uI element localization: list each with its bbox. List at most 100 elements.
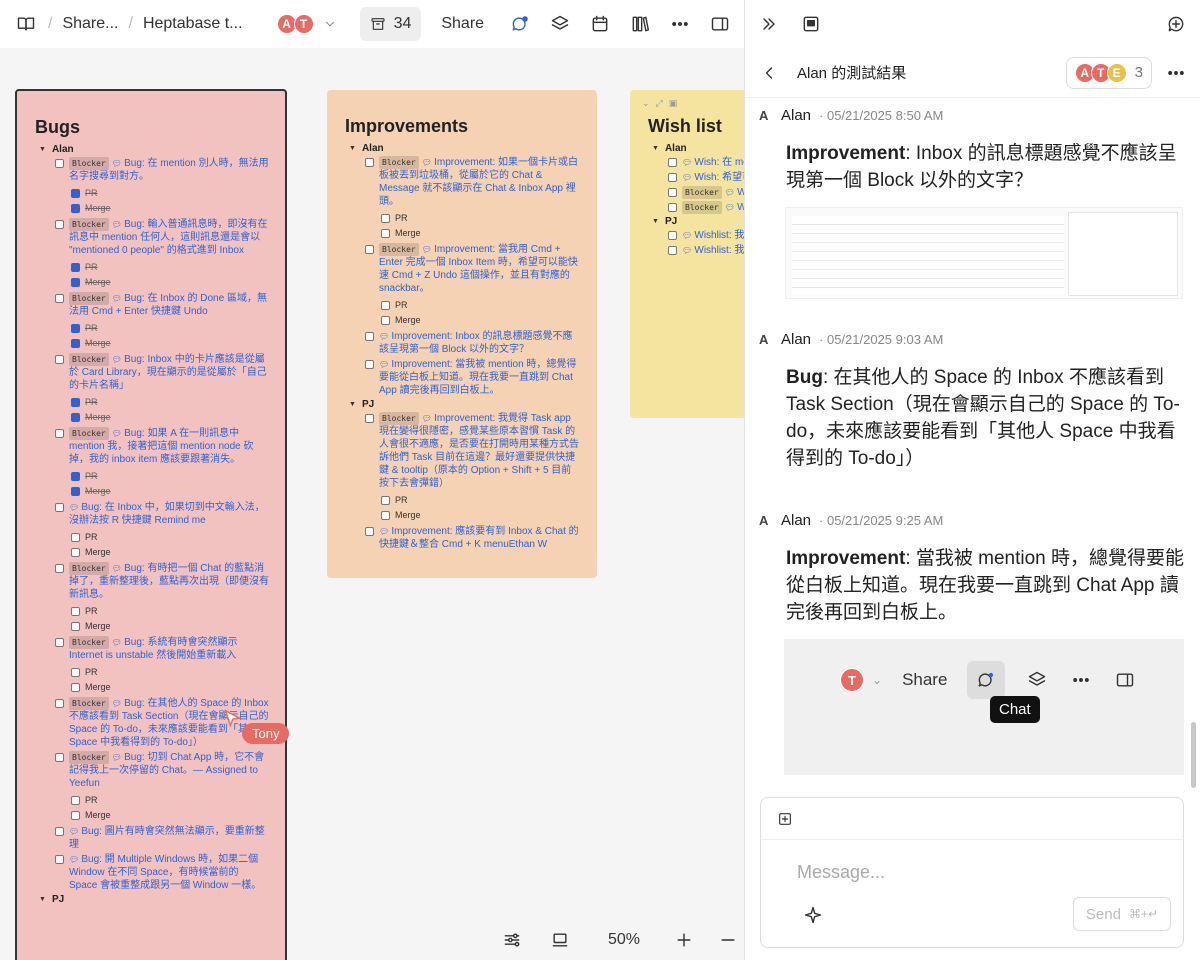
task-item[interactable]: 💬︎ Improvement: 當我被 mention 時，總覺得要能從白板上知… — [365, 358, 581, 397]
task-checkbox[interactable] — [365, 527, 374, 536]
task-item[interactable]: Blocker 💬︎ Bug: 如果 A 在一則訊息中 mention 我，接著把… — [55, 427, 269, 466]
zoom-out-icon[interactable] — [716, 928, 740, 952]
back-icon[interactable] — [757, 61, 781, 85]
task-checkbox[interactable] — [55, 159, 64, 168]
zoom-level[interactable]: 50% — [608, 931, 640, 949]
subtask-checkbox[interactable] — [71, 606, 80, 616]
attached-screenshot[interactable] — [785, 207, 1183, 299]
task-item[interactable]: Blocker 💬︎ Improvement: 如果一個卡片或白板被丟到垃圾桶，從… — [365, 156, 581, 208]
zoom-in-icon[interactable] — [672, 928, 696, 952]
task-checkbox[interactable] — [668, 203, 677, 212]
task-checkbox[interactable] — [365, 414, 374, 423]
task-item[interactable]: 💬︎ Bug: 在 Inbox 中，如果切到中文輸入法，沒辦法按 R 快捷鍵 R… — [55, 501, 269, 527]
author-name[interactable]: Alan — [781, 331, 811, 348]
new-chat-icon[interactable] — [1164, 12, 1188, 36]
triangle-down-icon[interactable]: ▼ — [39, 146, 46, 153]
message-input[interactable] — [797, 862, 1097, 883]
subtask-checkbox[interactable] — [71, 323, 80, 333]
task-item[interactable]: Blocker💬︎ W Inbox 的 Card i — [668, 186, 744, 199]
task-checkbox[interactable] — [668, 231, 677, 240]
subtask-checkbox[interactable] — [381, 228, 390, 238]
bugs-card[interactable]: Bugs ▼ Alan Blocker 💬︎ Bug: 在 mention 別人時，… — [15, 89, 287, 960]
subtask-checkbox[interactable] — [71, 471, 80, 481]
chevron-down-icon[interactable] — [318, 12, 342, 36]
task-checkbox[interactable] — [365, 158, 374, 167]
subtask-checkbox[interactable] — [71, 412, 80, 422]
subtask-checkbox[interactable] — [71, 203, 80, 213]
merge-subtask[interactable]: Merge — [71, 338, 285, 348]
triangle-down-icon[interactable]: ▼ — [349, 145, 356, 152]
subtask-checkbox[interactable] — [71, 547, 80, 557]
task-item[interactable]: 💬︎ Improvement: Inbox 的訊息標題感覺不應該呈現第一個 Bl… — [365, 330, 581, 356]
merge-subtask[interactable]: Merge — [381, 228, 597, 238]
task-checkbox[interactable] — [55, 638, 64, 647]
task-checkbox[interactable] — [55, 753, 64, 762]
more-icon[interactable] — [668, 12, 692, 36]
task-item[interactable]: Blocker💬︎ W 完全沒注意到這 眼一點，並且我 — [668, 201, 744, 214]
author-name[interactable]: Alan — [781, 107, 811, 124]
share-button[interactable]: Share — [441, 15, 484, 33]
pr-subtask[interactable]: PR — [381, 495, 597, 505]
card-count-button[interactable]: 34 — [359, 7, 422, 41]
breadcrumb-whiteboard[interactable]: Heptabase t... — [143, 15, 243, 33]
pr-subtask[interactable]: PR — [381, 213, 597, 223]
library-icon[interactable] — [628, 12, 652, 36]
task-checkbox[interactable] — [55, 855, 64, 864]
task-item[interactable]: 💬︎ Bug: 開 Multiple Windows 時，如果二個 Window… — [55, 853, 269, 892]
layers-icon[interactable] — [548, 12, 572, 36]
triangle-down-icon[interactable]: ▼ — [652, 218, 659, 225]
task-checkbox[interactable] — [55, 503, 64, 512]
task-checkbox[interactable] — [55, 220, 64, 229]
task-item[interactable]: Blocker 💬︎ Bug: Inbox 中的卡片應該是從屬於 Card Lib… — [55, 353, 269, 392]
task-item[interactable]: Blocker 💬︎ Bug: 系統有時會突然顯示 Internet is uns… — [55, 636, 269, 662]
task-checkbox[interactable] — [55, 429, 64, 438]
group-heading[interactable]: ▼ PJ — [652, 216, 744, 227]
sidebar-icon[interactable]: ▣ — [669, 98, 678, 109]
chat-icon[interactable] — [508, 12, 532, 36]
merge-subtask[interactable]: Merge — [381, 315, 597, 325]
triangle-down-icon[interactable]: ▼ — [652, 145, 659, 152]
subtask-checkbox[interactable] — [381, 510, 390, 520]
breadcrumb-space[interactable]: Share... — [62, 15, 118, 33]
group-heading[interactable]: ▼ Alan — [652, 143, 744, 154]
subtask-checkbox[interactable] — [71, 667, 80, 677]
task-item[interactable]: Blocker 💬︎ Improvement: 當我用 Cmd + Enter 完… — [365, 243, 581, 295]
subtask-checkbox[interactable] — [71, 397, 80, 407]
merge-subtask[interactable]: Merge — [71, 412, 285, 422]
improvements-card[interactable]: Improvements ▼ Alan Blocker 💬︎ Improvement… — [327, 90, 597, 578]
attached-screenshot[interactable]: T ⌄ Share Chat — [784, 639, 1184, 775]
task-item[interactable]: Blocker 💬︎ Bug: 輸入普通訊息時，即沒有在訊息中 mention 任… — [55, 218, 269, 257]
toggle-sidebar-icon[interactable] — [708, 12, 732, 36]
subtask-checkbox[interactable] — [71, 682, 80, 692]
pr-subtask[interactable]: PR — [71, 667, 285, 677]
task-checkbox[interactable] — [55, 564, 64, 573]
send-button[interactable]: Send ⌘+↵ — [1072, 897, 1171, 931]
task-item[interactable]: Blocker 💬︎ Bug: 有時把一個 Chat 的藍點消掉了，重新整理後，藍… — [55, 562, 269, 601]
subtask-checkbox[interactable] — [71, 188, 80, 198]
task-checkbox[interactable] — [365, 360, 374, 369]
merge-subtask[interactable]: Merge — [71, 486, 285, 496]
pr-subtask[interactable]: PR — [71, 262, 285, 272]
group-heading[interactable]: ▼ Alan — [349, 143, 597, 154]
task-item[interactable]: Blocker 💬︎ Improvement: 我覺得 Task app 現在變得… — [365, 412, 581, 490]
subtask-checkbox[interactable] — [71, 277, 80, 287]
window-icon[interactable] — [799, 12, 823, 36]
card-controls[interactable]: ⌄ ⤢ ▣ — [642, 98, 677, 109]
chat-members-button[interactable]: A T E 3 — [1065, 56, 1152, 89]
group-heading[interactable]: ▼ PJ — [349, 399, 597, 410]
task-checkbox[interactable] — [668, 246, 677, 255]
pr-subtask[interactable]: PR — [71, 795, 285, 805]
task-checkbox[interactable] — [55, 294, 64, 303]
task-checkbox[interactable] — [365, 245, 374, 254]
collapse-panel-icon[interactable] — [757, 12, 781, 36]
task-item[interactable]: Blocker 💬︎ Bug: 在 Inbox 的 Done 區域，無法用 Cmd… — [55, 292, 269, 318]
sparkle-icon[interactable] — [801, 903, 825, 927]
task-checkbox[interactable] — [365, 332, 374, 341]
screen-icon[interactable] — [548, 928, 572, 952]
subtask-checkbox[interactable] — [71, 795, 80, 805]
chevron-down-icon[interactable]: ⌄ — [642, 98, 650, 109]
subtask-checkbox[interactable] — [71, 486, 80, 496]
task-item[interactable]: 💬︎ Wish: 希望可 右鍵 Copy Link Copy Link。 — [668, 171, 744, 184]
task-item[interactable]: Blocker 💬︎ Bug: 切到 Chat App 時，它不會記得我上一次停留… — [55, 751, 269, 790]
collaborators[interactable]: A T — [276, 12, 342, 36]
